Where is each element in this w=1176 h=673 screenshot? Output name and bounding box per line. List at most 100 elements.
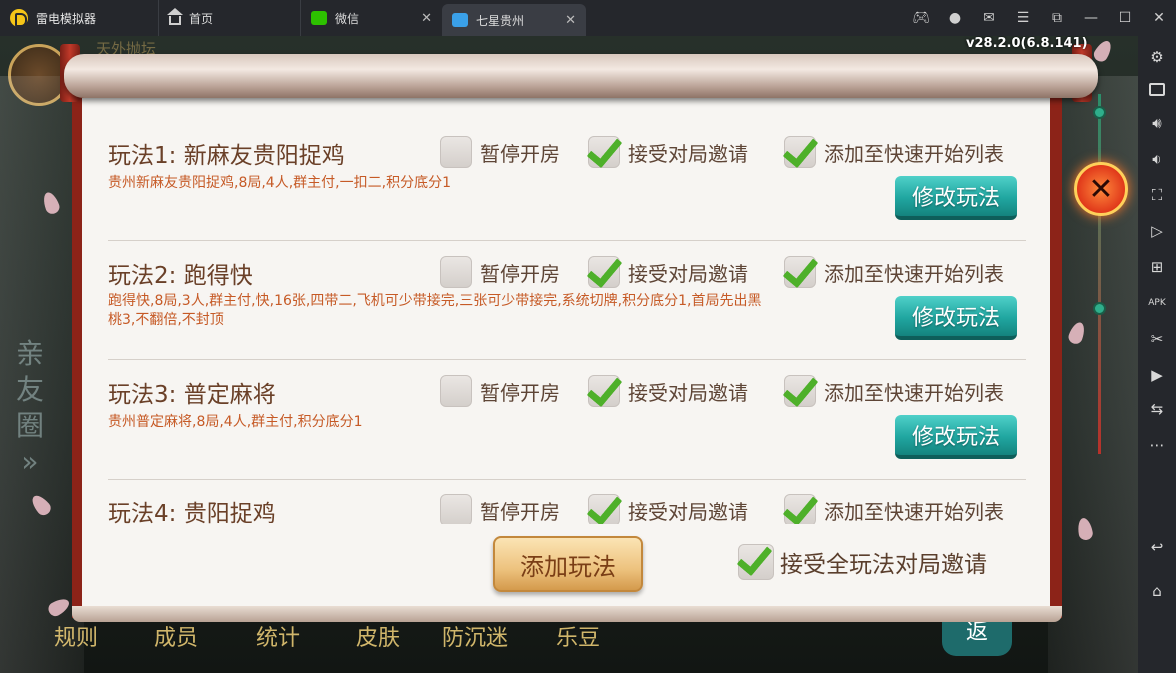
quick-start-option[interactable]: 添加至快速开始列表: [784, 256, 1004, 288]
volume-up-icon[interactable]: 🔊︎: [1146, 112, 1168, 134]
pause-room-checkbox[interactable]: [440, 375, 472, 407]
game-icon: [452, 13, 468, 27]
pause-room-option[interactable]: 暂停开房: [440, 136, 560, 168]
play-mode-desc: 贵州新麻友贵阳捉鸡,8局,4人,群主付,一扣二,积分底分1: [108, 175, 451, 191]
nav-stats[interactable]: 统计: [256, 620, 300, 652]
maximize-icon[interactable]: ☐: [1108, 0, 1142, 36]
row-divider: [108, 240, 1026, 241]
tab-wechat[interactable]: 微信 ✕: [300, 0, 442, 36]
play-mode-row-3: 玩法3: 普定麻将 贵州普定麻将,8局,4人,群主付,积分底分1 暂停开房 接受…: [108, 375, 1026, 479]
modify-play-mode-button[interactable]: 修改玩法: [895, 296, 1017, 340]
scroll-bottom-rod: [72, 606, 1062, 622]
option-label: 接受对局邀请: [628, 261, 748, 286]
friends-circle-tab[interactable]: 亲 友 圈 »: [0, 336, 60, 480]
pause-room-option[interactable]: 暂停开房: [440, 375, 560, 407]
option-label: 添加至快速开始列表: [824, 380, 1004, 405]
option-label: 暂停开房: [480, 261, 560, 286]
scroll-top-rod: [64, 54, 1098, 98]
play-icon[interactable]: ▷: [1146, 220, 1168, 242]
play-mode-title: 玩法1: 新麻友贵阳捉鸡: [108, 143, 345, 169]
quick-start-option[interactable]: 添加至快速开始列表: [784, 494, 1004, 524]
fullscreen-icon[interactable]: ⛶: [1146, 184, 1168, 206]
sync-icon[interactable]: ⇆: [1146, 398, 1168, 420]
keyboard-icon[interactable]: [1146, 78, 1168, 100]
quick-start-checkbox[interactable]: [784, 375, 816, 407]
tab-home[interactable]: 首页: [158, 0, 300, 36]
accept-invite-option[interactable]: 接受对局邀请: [588, 375, 748, 407]
nav-ledou[interactable]: 乐豆: [556, 620, 600, 652]
user-icon[interactable]: ●: [938, 0, 972, 36]
accept-all-invites-option[interactable]: 接受全玩法对局邀请: [738, 544, 987, 580]
petal-decoration: [1091, 37, 1115, 65]
add-play-mode-button[interactable]: 添加玩法: [493, 536, 643, 592]
minimize-icon[interactable]: —: [1074, 0, 1108, 36]
version-label: v28.2.0(6.8.141): [966, 36, 1088, 51]
option-label: 接受对局邀请: [628, 499, 748, 524]
apk-icon[interactable]: APK: [1146, 292, 1168, 314]
nav-skins[interactable]: 皮肤: [356, 620, 400, 652]
nav-anti-addiction[interactable]: 防沉迷: [442, 620, 508, 652]
option-label: 添加至快速开始列表: [824, 141, 1004, 166]
tab-close-icon[interactable]: ✕: [565, 13, 576, 28]
row-divider: [108, 359, 1026, 360]
emulator-logo-icon: [10, 9, 28, 27]
settings-icon[interactable]: ⚙: [1146, 46, 1168, 68]
video-icon[interactable]: ▶: [1146, 364, 1168, 386]
play-mode-title: 玩法2: 跑得快: [108, 263, 253, 289]
tab-label: 首页: [189, 11, 214, 26]
tab-game[interactable]: 七星贵州 ✕: [442, 4, 586, 36]
accept-invite-checkbox[interactable]: [588, 256, 620, 288]
accept-invite-checkbox[interactable]: [588, 136, 620, 168]
back-icon[interactable]: ↩: [1146, 536, 1168, 558]
accept-invite-checkbox[interactable]: [588, 494, 620, 524]
accept-invite-option[interactable]: 接受对局邀请: [588, 494, 748, 524]
option-label: 添加至快速开始列表: [824, 499, 1004, 524]
option-label: 暂停开房: [480, 499, 560, 524]
close-icon[interactable]: ✕: [1142, 0, 1176, 36]
gamepad-icon[interactable]: 🎮︎: [904, 0, 938, 36]
nav-rules[interactable]: 规则: [54, 620, 98, 652]
play-mode-desc: 跑得快,8局,3人,群主付,快,16张,四带二,飞机可少带接完,三张可少带接完,…: [108, 293, 762, 328]
volume-down-icon[interactable]: 🔉︎: [1146, 148, 1168, 170]
pause-room-option[interactable]: 暂停开房: [440, 494, 560, 524]
accept-invite-option[interactable]: 接受对局邀请: [588, 136, 748, 168]
more-icon[interactable]: ⋯: [1146, 434, 1168, 456]
play-mode-title: 玩法3: 普定麻将: [108, 382, 276, 408]
option-label: 添加至快速开始列表: [824, 261, 1004, 286]
modify-play-mode-button[interactable]: 修改玩法: [895, 415, 1017, 459]
quick-start-option[interactable]: 添加至快速开始列表: [784, 375, 1004, 407]
scissors-icon[interactable]: ✂: [1146, 328, 1168, 350]
home-icon: [167, 8, 183, 25]
option-label: 接受对局邀请: [628, 141, 748, 166]
quick-start-checkbox[interactable]: [784, 256, 816, 288]
pause-room-checkbox[interactable]: [440, 494, 472, 524]
accept-invite-option[interactable]: 接受对局邀请: [588, 256, 748, 288]
play-mode-row-4: 玩法4: 贵阳捉鸡 暂停开房 接受对局邀请 添加至快速开始列表: [108, 494, 1026, 524]
close-panel-button[interactable]: ✕: [1074, 162, 1128, 216]
accept-invite-checkbox[interactable]: [588, 375, 620, 407]
tab-label: 七星贵州: [476, 13, 525, 28]
app-name: 雷电模拟器: [36, 11, 97, 26]
menu-icon[interactable]: ☰: [1006, 0, 1040, 36]
home-icon[interactable]: ⌂: [1146, 580, 1168, 602]
pause-room-option[interactable]: 暂停开房: [440, 256, 560, 288]
tab-close-icon[interactable]: ✕: [421, 11, 432, 26]
mail-icon[interactable]: ✉: [972, 0, 1006, 36]
emulator-toolbar: ⚙ 🔊︎ 🔉︎ ⛶ ▷ ⊞ APK ✂ ▶ ⇆ ⋯ ↩ ⌂: [1138, 36, 1176, 673]
quick-start-checkbox[interactable]: [784, 494, 816, 524]
game-viewport: 天外抛坛 亲 友 圈 » 规则 成员 统计 皮肤 防沉迷 乐豆 返 v28.2.…: [0, 36, 1138, 673]
pause-room-checkbox[interactable]: [440, 136, 472, 168]
option-label: 接受对局邀请: [628, 380, 748, 405]
option-label: 接受全玩法对局邀请: [780, 552, 987, 578]
wechat-icon: [311, 11, 327, 25]
accept-all-invites-checkbox[interactable]: [738, 544, 774, 580]
nav-members[interactable]: 成员: [154, 620, 198, 652]
restore-icon[interactable]: ⧉: [1040, 0, 1074, 36]
pause-room-checkbox[interactable]: [440, 256, 472, 288]
quick-start-option[interactable]: 添加至快速开始列表: [784, 136, 1004, 168]
modify-play-mode-button[interactable]: 修改玩法: [895, 176, 1017, 220]
play-mode-desc: 贵州普定麻将,8局,4人,群主付,积分底分1: [108, 414, 363, 430]
add-screen-icon[interactable]: ⊞: [1146, 256, 1168, 278]
quick-start-checkbox[interactable]: [784, 136, 816, 168]
option-label: 暂停开房: [480, 380, 560, 405]
